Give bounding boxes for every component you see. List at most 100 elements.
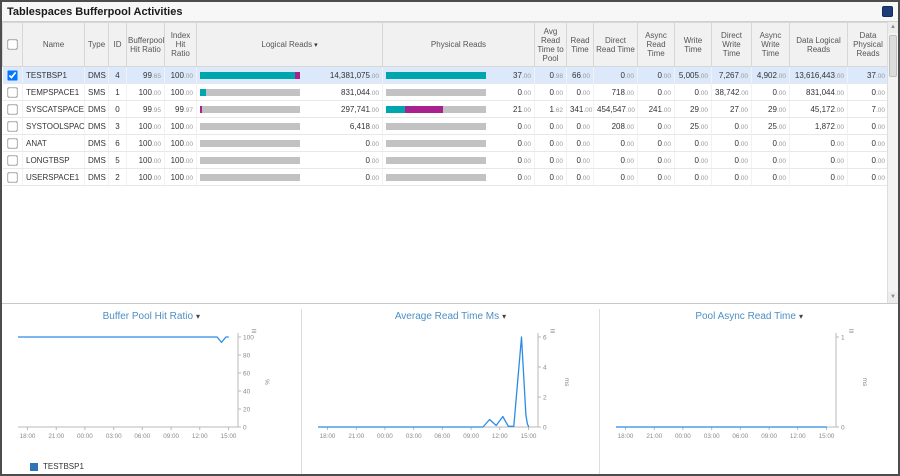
chart-panel-buffer-pool-hit-ratio: Buffer Pool Hit Ratio▾ ≡ 020406080100%18… bbox=[2, 309, 301, 474]
table-row[interactable]: SYSCATSPACEDMS099.9599.97297,741.0021.00… bbox=[3, 101, 889, 118]
column-header-read_time[interactable]: Read Time bbox=[567, 23, 594, 67]
select-all-checkbox[interactable] bbox=[3, 23, 23, 67]
cell-type: SMS bbox=[85, 84, 109, 101]
scrollbar-thumb[interactable] bbox=[889, 35, 897, 77]
svg-text:00:00: 00:00 bbox=[77, 433, 93, 440]
charts-section: Buffer Pool Hit Ratio▾ ≡ 020406080100%18… bbox=[2, 304, 898, 474]
scrollbar-track[interactable] bbox=[888, 33, 898, 263]
svg-text:1: 1 bbox=[841, 334, 845, 341]
cell-read_time: 341.00 bbox=[567, 101, 594, 118]
row-checkbox[interactable] bbox=[7, 155, 17, 165]
column-header-avg_read_time_to_pool[interactable]: Avg Read Time to Pool bbox=[535, 23, 567, 67]
svg-text:21:00: 21:00 bbox=[348, 433, 364, 440]
cell-write_time: 29.00 bbox=[675, 101, 712, 118]
chart-menu-icon[interactable]: ≡ bbox=[550, 327, 555, 336]
chart-title-label: Pool Async Read Time bbox=[695, 311, 796, 322]
cell-name: TESTBSP1 bbox=[23, 67, 85, 84]
svg-text:60: 60 bbox=[243, 370, 251, 377]
column-header-write_time[interactable]: Write Time bbox=[675, 23, 712, 67]
cell-logical_reads: 297,741.00 bbox=[197, 101, 383, 118]
row-checkbox[interactable] bbox=[7, 121, 17, 131]
cell-avg_read_time_to_pool: 0.98 bbox=[535, 67, 567, 84]
cell-bufferpool_hit_ratio: 100.00 bbox=[127, 84, 165, 101]
cell-write_time: 0.00 bbox=[675, 169, 712, 186]
scroll-up-icon[interactable]: ▲ bbox=[888, 22, 898, 33]
cell-write_time: 0.00 bbox=[675, 152, 712, 169]
column-header-type[interactable]: Type bbox=[85, 23, 109, 67]
cell-async_read_time: 0.00 bbox=[638, 84, 675, 101]
physical_reads-bar bbox=[386, 157, 486, 164]
cell-read_time: 66.00 bbox=[567, 67, 594, 84]
table-row[interactable]: LONGTBSPDMS5100.00100.000.000.000.000.00… bbox=[3, 152, 889, 169]
cell-write_time: 0.00 bbox=[675, 84, 712, 101]
column-header-direct_write_time[interactable]: Direct Write Time bbox=[712, 23, 752, 67]
cell-index_hit_ratio: 100.00 bbox=[165, 169, 197, 186]
table-scrollbar[interactable]: ▲ ▼ bbox=[887, 22, 898, 303]
row-checkbox[interactable] bbox=[7, 104, 17, 114]
table-row[interactable]: ANATDMS6100.00100.000.000.000.000.000.00… bbox=[3, 135, 889, 152]
cell-async_write_time: 0.00 bbox=[752, 169, 790, 186]
cell-direct_read_time: 0.00 bbox=[594, 169, 638, 186]
column-header-async_write_time[interactable]: Async Write Time bbox=[752, 23, 790, 67]
cell-bufferpool_hit_ratio: 99.65 bbox=[127, 67, 165, 84]
chart-menu-icon[interactable]: ≡ bbox=[251, 327, 256, 336]
window-control-icon[interactable] bbox=[882, 6, 893, 17]
row-checkbox[interactable] bbox=[7, 172, 17, 182]
column-header-index_hit_ratio[interactable]: Index Hit Ratio bbox=[165, 23, 197, 67]
column-header-data_physical_reads[interactable]: Data Physical Reads bbox=[848, 23, 889, 67]
row-checkbox[interactable] bbox=[7, 138, 17, 148]
cell-async_write_time: 4,902.00 bbox=[752, 67, 790, 84]
cell-physical_reads: 0.00 bbox=[383, 84, 535, 101]
svg-text:%: % bbox=[263, 379, 270, 385]
svg-text:15:00: 15:00 bbox=[819, 433, 835, 440]
chart-title-dropdown[interactable]: Average Read Time Ms▾ bbox=[302, 311, 600, 326]
cell-direct_read_time: 208.00 bbox=[594, 118, 638, 135]
cell-read_time: 0.00 bbox=[567, 84, 594, 101]
column-header-name[interactable]: Name bbox=[23, 23, 85, 67]
chart-title-dropdown[interactable]: Buffer Pool Hit Ratio▾ bbox=[2, 311, 301, 326]
cell-direct_read_time: 454,547.00 bbox=[594, 101, 638, 118]
cell-data_physical_reads: 0.00 bbox=[848, 84, 889, 101]
svg-text:21:00: 21:00 bbox=[647, 433, 663, 440]
svg-text:ms: ms bbox=[563, 378, 570, 387]
column-header-logical_reads[interactable]: Logical Reads▾ bbox=[197, 23, 383, 67]
cell-id: 0 bbox=[109, 101, 127, 118]
cell-bufferpool_hit_ratio: 100.00 bbox=[127, 169, 165, 186]
cell-bufferpool_hit_ratio: 100.00 bbox=[127, 135, 165, 152]
chart-title-dropdown[interactable]: Pool Async Read Time▾ bbox=[600, 311, 898, 326]
column-header-async_read_time[interactable]: Async Read Time bbox=[638, 23, 675, 67]
logical_reads-bar bbox=[200, 72, 300, 79]
cell-data_physical_reads: 0.00 bbox=[848, 152, 889, 169]
column-header-bufferpool_hit_ratio[interactable]: Bufferpool Hit Ratio bbox=[127, 23, 165, 67]
column-header-physical_reads[interactable]: Physical Reads bbox=[383, 23, 535, 67]
cell-write_time: 5,005.00 bbox=[675, 67, 712, 84]
column-header-direct_read_time[interactable]: Direct Read Time bbox=[594, 23, 638, 67]
cell-index_hit_ratio: 100.00 bbox=[165, 84, 197, 101]
chart-menu-icon[interactable]: ≡ bbox=[849, 327, 854, 336]
buffer-pool-hit-ratio-chart: 020406080100%18:0021:0000:0003:0006:0009… bbox=[2, 329, 300, 443]
caret-down-icon: ▾ bbox=[502, 312, 506, 321]
cell-data_logical_reads: 45,172.00 bbox=[790, 101, 848, 118]
cell-write_time: 0.00 bbox=[675, 135, 712, 152]
table-row[interactable]: TESTBSP1DMS499.65100.0014,381,075.0037.0… bbox=[3, 67, 889, 84]
legend-swatch bbox=[30, 463, 38, 471]
cell-physical_reads: 0.00 bbox=[383, 118, 535, 135]
table-row[interactable]: SYSTOOLSPACEDMS3100.00100.006,418.000.00… bbox=[3, 118, 889, 135]
svg-text:15:00: 15:00 bbox=[520, 433, 536, 440]
svg-text:00:00: 00:00 bbox=[377, 433, 393, 440]
svg-text:06:00: 06:00 bbox=[434, 433, 450, 440]
cell-name: SYSTOOLSPACE bbox=[23, 118, 85, 135]
cell-data_physical_reads: 0.00 bbox=[848, 118, 889, 135]
row-checkbox[interactable] bbox=[7, 70, 17, 80]
row-checkbox[interactable] bbox=[7, 87, 17, 97]
table-row[interactable]: USERSPACE1DMS2100.00100.000.000.000.000.… bbox=[3, 169, 889, 186]
cell-direct_write_time: 0.00 bbox=[712, 152, 752, 169]
column-header-data_logical_reads[interactable]: Data Logical Reads bbox=[790, 23, 848, 67]
scroll-down-icon[interactable]: ▼ bbox=[888, 292, 898, 303]
logical_reads-bar bbox=[200, 140, 300, 147]
table-row[interactable]: TEMPSPACE1SMS1100.00100.00831,044.000.00… bbox=[3, 84, 889, 101]
cell-physical_reads: 0.00 bbox=[383, 152, 535, 169]
column-header-id[interactable]: ID bbox=[109, 23, 127, 67]
header-checkbox[interactable] bbox=[7, 39, 17, 49]
physical_reads-bar bbox=[386, 72, 486, 79]
